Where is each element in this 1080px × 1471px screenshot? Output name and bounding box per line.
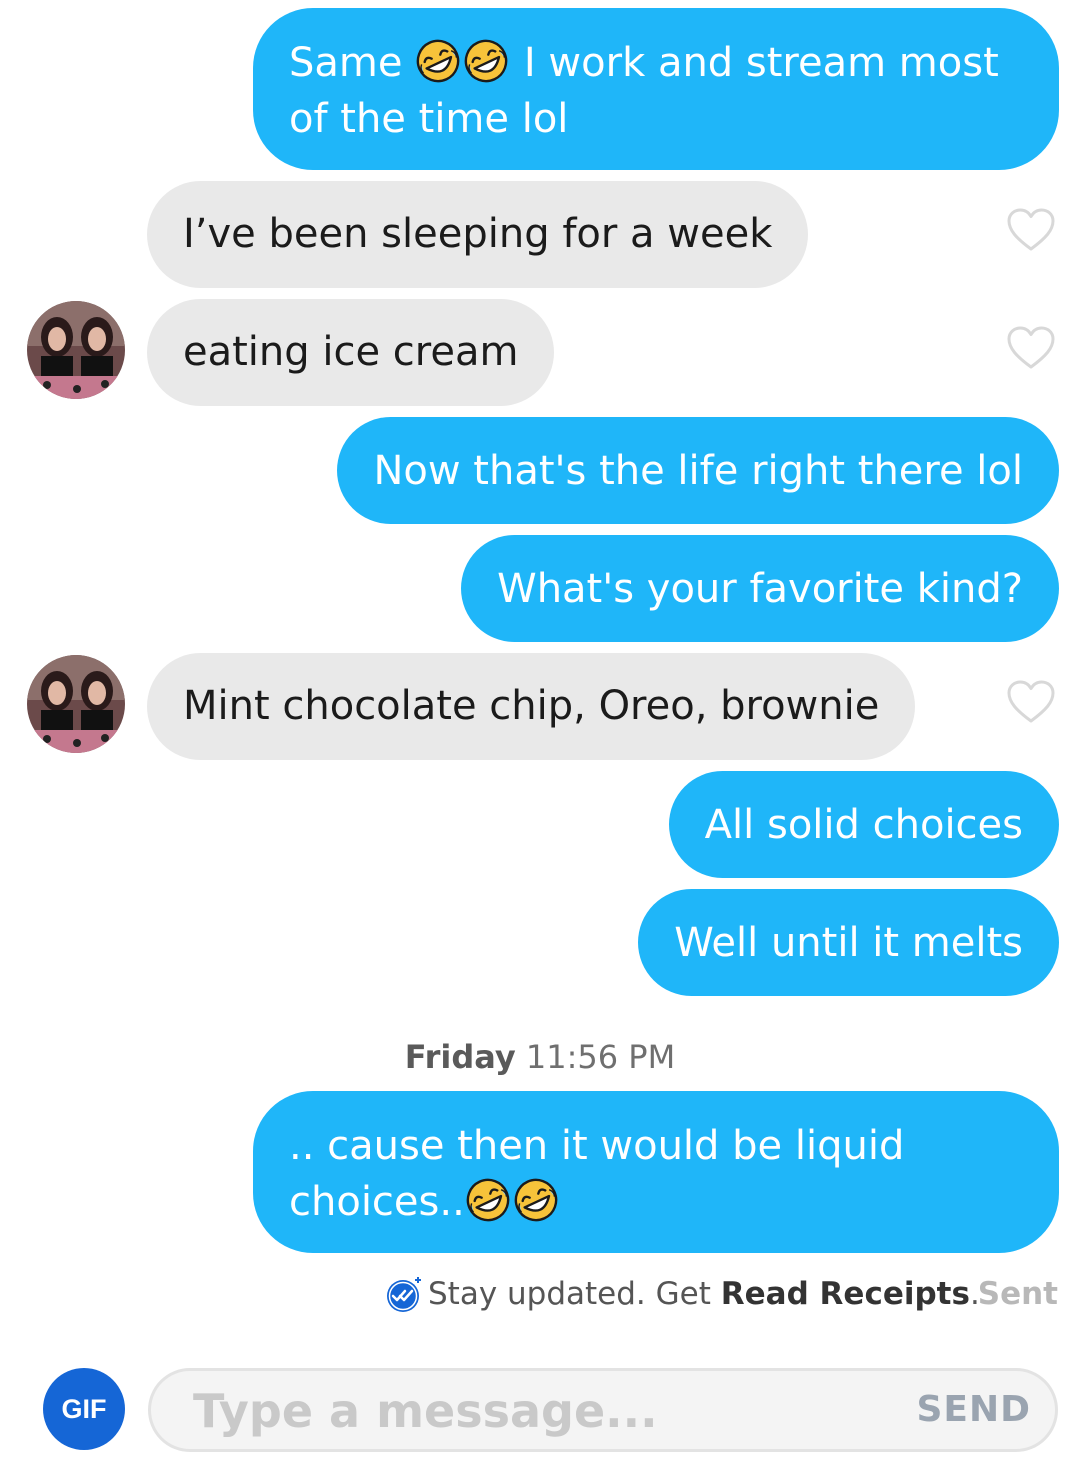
message-bubble-incoming[interactable]: I’ve been sleeping for a week [147, 181, 809, 288]
message-text: eating ice cream [183, 329, 519, 375]
message-status: Sent [977, 1276, 1058, 1312]
timestamp-day: Friday [404, 1038, 516, 1076]
rolling-on-floor-laughing-emoji-icon [465, 1177, 511, 1223]
message-text: Now that's the life right there lol [373, 448, 1023, 494]
rolling-on-floor-laughing-emoji-icon [463, 38, 509, 84]
timestamp-time: 11:56 PM [515, 1038, 676, 1076]
rolling-on-floor-laughing-emoji-icon [415, 38, 461, 84]
message-text: All solid choices [704, 802, 1023, 848]
avatar[interactable] [27, 301, 125, 399]
message-text: Same [289, 40, 416, 86]
rolling-on-floor-laughing-emoji-icon [513, 1177, 559, 1223]
message-bubble-outgoing[interactable]: Same I work and stream most of the time … [253, 8, 1059, 170]
message-bubble-outgoing[interactable]: Well until it melts [638, 889, 1059, 996]
message-text: What's your favorite kind? [497, 566, 1023, 612]
message-text: Well until it melts [674, 920, 1023, 966]
avatar[interactable] [27, 655, 125, 753]
message-bubble-outgoing[interactable]: What's your favorite kind? [461, 535, 1059, 642]
avatar-image [27, 301, 125, 399]
read-receipts-prefix: Stay updated. Get [428, 1276, 721, 1312]
send-button[interactable]: SEND [916, 1371, 1031, 1449]
message-bubble-outgoing[interactable]: .. cause then it would be liquid choices… [253, 1091, 1059, 1253]
message-bubble-incoming[interactable]: Mint chocolate chip, Oreo, brownie [147, 653, 916, 760]
message-bubble-incoming[interactable]: eating ice cream [147, 299, 555, 406]
double-check-circle-icon [387, 1277, 421, 1312]
message-composer: SEND [148, 1368, 1058, 1452]
heart-outline-icon[interactable] [1006, 325, 1056, 371]
message-bubble-outgoing[interactable]: Now that's the life right there lol [337, 417, 1059, 524]
read-receipts-promo[interactable]: Stay updated. Get Read Receipts. [384, 1272, 980, 1316]
read-receipts-link[interactable]: Read Receipts [721, 1276, 970, 1312]
avatar-image [27, 655, 125, 753]
heart-outline-icon[interactable] [1006, 207, 1056, 253]
message-text: Mint chocolate chip, Oreo, brownie [183, 683, 880, 729]
message-text: I’ve been sleeping for a week [183, 211, 773, 257]
message-timestamp: Friday 11:56 PM [0, 1038, 1080, 1076]
message-bubble-outgoing[interactable]: All solid choices [668, 771, 1059, 878]
message-input[interactable] [191, 1379, 895, 1443]
heart-outline-icon[interactable] [1006, 679, 1056, 725]
message-text: .. cause then it would be liquid choices… [289, 1123, 905, 1225]
gif-button[interactable]: GIF [43, 1368, 125, 1450]
